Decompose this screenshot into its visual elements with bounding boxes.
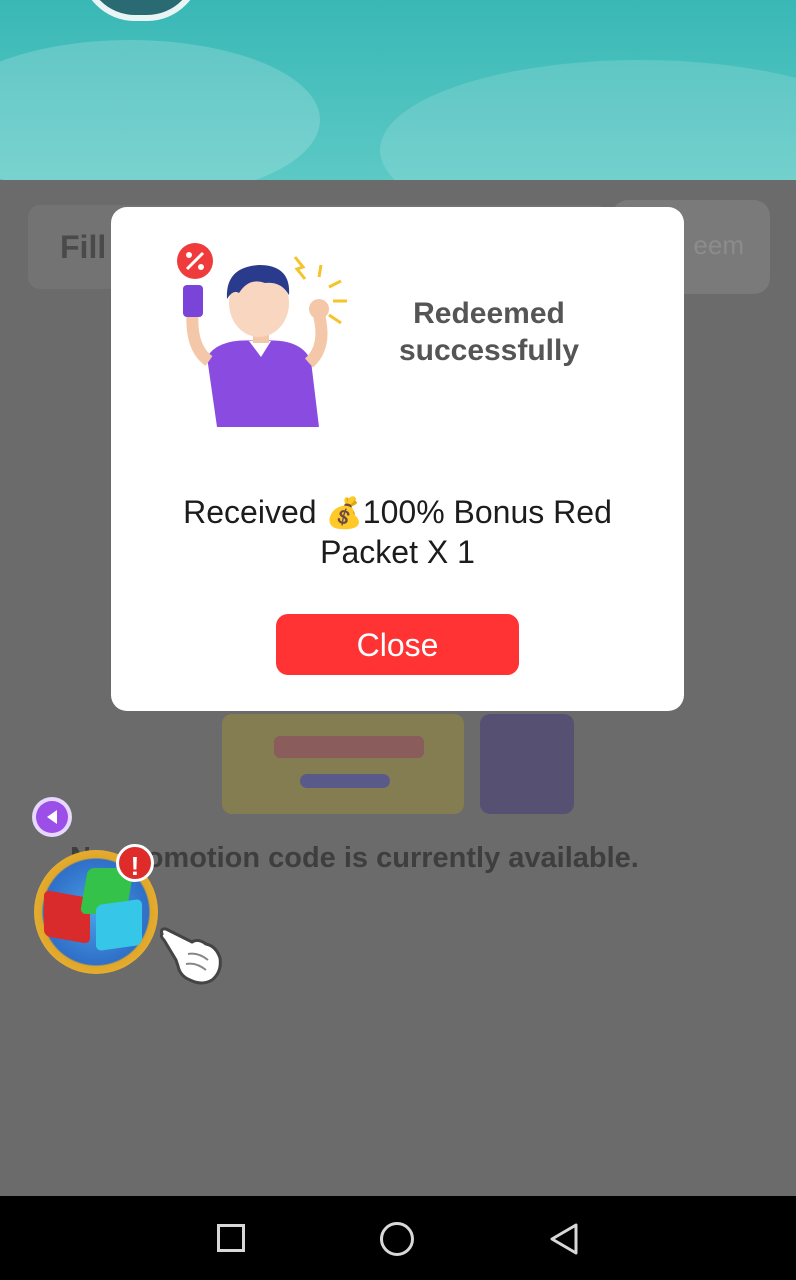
circle-icon[interactable] bbox=[380, 1222, 414, 1256]
alert-badge: ! bbox=[116, 844, 154, 882]
header-cloud bbox=[0, 40, 320, 180]
avatar bbox=[80, 0, 202, 21]
redeem-button-label: eem bbox=[693, 230, 744, 260]
ticket-oval bbox=[300, 774, 390, 788]
header-cloud bbox=[380, 60, 796, 180]
success-dialog: Redeemed successfully Received 💰100% Bon… bbox=[111, 207, 684, 711]
empty-state-message: No promotion code is currently available… bbox=[70, 842, 639, 874]
square-icon[interactable] bbox=[217, 1224, 245, 1252]
dialog-title: Redeemed successfully bbox=[398, 297, 580, 367]
coupon-ticket-illustration bbox=[222, 714, 464, 814]
page-header bbox=[0, 0, 796, 180]
close-button[interactable]: Close bbox=[276, 614, 519, 675]
message-reward: 100% Bonus Red Packet X 1 bbox=[320, 494, 612, 570]
message-prefix: Received bbox=[183, 494, 326, 530]
money-bag-icon: 💰 bbox=[325, 497, 363, 530]
collapse-widget-button[interactable] bbox=[32, 797, 72, 837]
dialog-message: Received 💰100% Bonus Red Packet X 1 bbox=[151, 493, 644, 572]
triangle-left-icon bbox=[36, 801, 68, 833]
ticket-bar bbox=[274, 736, 424, 758]
promo-code-placeholder: Fill bbox=[60, 229, 107, 265]
triangle-back-icon[interactable] bbox=[548, 1222, 580, 1256]
cube-icon bbox=[96, 898, 142, 952]
coupon-ticket-illustration bbox=[480, 714, 574, 814]
pointing-hand-icon bbox=[158, 924, 224, 986]
celebration-illustration bbox=[169, 237, 349, 427]
